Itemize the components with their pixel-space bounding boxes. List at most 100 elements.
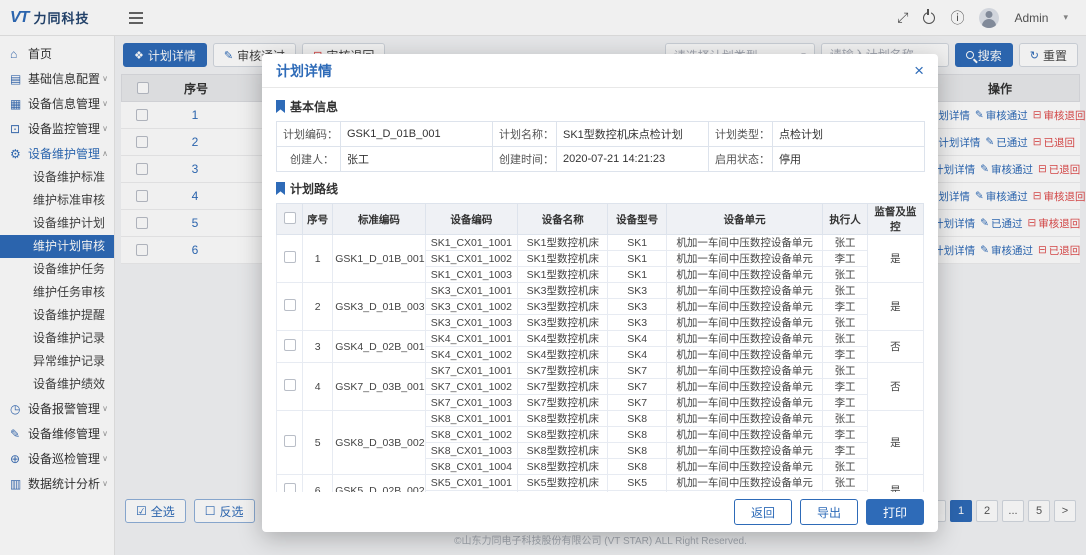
device-code: SK7_CX01_1002 (425, 379, 517, 395)
field-label: 启用状态： (709, 147, 773, 172)
monitor-flag: 是 (867, 283, 923, 331)
monitor-flag: 否 (867, 363, 923, 411)
device-unit: 机加一车间中压数控设备单元 (666, 459, 823, 475)
device-unit: 机加一车间中压数控设备单元 (666, 251, 823, 267)
route-row: 3GSK4_D_02B_001SK4_CX01_1001SK4型数控机床SK4机… (277, 331, 924, 347)
device-model: SK3 (608, 315, 666, 331)
row-checkbox[interactable] (284, 483, 296, 492)
modal-header: 计划详情 × (262, 54, 938, 88)
modal-footer: 返回 导出 打印 (262, 492, 938, 532)
group-seq: 3 (303, 331, 333, 363)
executor: 李工 (823, 427, 867, 443)
monitor-flag: 否 (867, 331, 923, 363)
device-code: SK7_CX01_1003 (425, 395, 517, 411)
executor: 张工 (823, 331, 867, 347)
row-checkbox[interactable] (284, 435, 296, 447)
monitor-flag: 是 (867, 475, 923, 493)
back-button[interactable]: 返回 (734, 499, 792, 525)
executor: 李工 (823, 347, 867, 363)
route-row: 5GSK8_D_03B_002SK8_CX01_1001SK8型数控机床SK8机… (277, 411, 924, 427)
route-section-title: 计划路线 (276, 180, 924, 197)
route-row: 6GSK5_D_02B_002SK5_CX01_1001SK5型数控机床SK5机… (277, 475, 924, 491)
field-label: 创建人： (277, 147, 341, 172)
executor: 李工 (823, 395, 867, 411)
device-model: SK1 (608, 267, 666, 283)
device-model: SK7 (608, 395, 666, 411)
device-unit: 机加一车间中压数控设备单元 (666, 267, 823, 283)
device-unit: 机加一车间中压数控设备单元 (666, 379, 823, 395)
group-seq: 6 (303, 475, 333, 493)
device-name: SK3型数控机床 (518, 283, 608, 299)
device-unit: 机加一车间中压数控设备单元 (666, 347, 823, 363)
device-model: SK1 (608, 251, 666, 267)
device-code: SK4_CX01_1002 (425, 347, 517, 363)
device-model: SK3 (608, 283, 666, 299)
device-name: SK7型数控机床 (518, 395, 608, 411)
field-label: 计划名称： (493, 122, 557, 147)
device-code: SK3_CX01_1002 (425, 299, 517, 315)
route-row: 2GSK3_D_01B_003SK3_CX01_1001SK3型数控机床SK3机… (277, 283, 924, 299)
route-column-header: 监督及监控 (867, 204, 923, 235)
device-name: SK8型数控机床 (518, 459, 608, 475)
row-checkbox[interactable] (284, 379, 296, 391)
close-icon[interactable]: × (914, 62, 924, 79)
route-column-header: 标准编码 (333, 204, 425, 235)
executor: 张工 (823, 459, 867, 475)
export-button[interactable]: 导出 (800, 499, 858, 525)
group-seq: 4 (303, 363, 333, 411)
device-model: SK4 (608, 347, 666, 363)
group-seq: 2 (303, 283, 333, 331)
device-name: SK1型数控机床 (518, 235, 608, 251)
device-name: SK3型数控机床 (518, 315, 608, 331)
field-value: 点检计划 (773, 122, 925, 147)
device-unit: 机加一车间中压数控设备单元 (666, 363, 823, 379)
executor: 李工 (823, 299, 867, 315)
device-name: SK8型数控机床 (518, 411, 608, 427)
device-name: SK1型数控机床 (518, 267, 608, 283)
device-name: SK8型数控机床 (518, 427, 608, 443)
executor: 张工 (823, 411, 867, 427)
standard-code: GSK3_D_01B_003 (333, 283, 425, 331)
monitor-flag: 是 (867, 235, 923, 283)
standard-code: GSK4_D_02B_001 (333, 331, 425, 363)
device-model: SK1 (608, 235, 666, 251)
device-model: SK8 (608, 459, 666, 475)
route-column-header: 设备型号 (608, 204, 666, 235)
device-name: SK4型数控机床 (518, 347, 608, 363)
device-model: SK5 (608, 475, 666, 491)
device-unit: 机加一车间中压数控设备单元 (666, 315, 823, 331)
executor: 张工 (823, 315, 867, 331)
standard-code: GSK5_D_02B_002 (333, 475, 425, 493)
field-label: 计划类型： (709, 122, 773, 147)
executor: 张工 (823, 283, 867, 299)
executor: 张工 (823, 475, 867, 491)
route-column-header: 设备单元 (666, 204, 823, 235)
print-button[interactable]: 打印 (866, 499, 924, 525)
route-column-header: 设备编码 (425, 204, 517, 235)
row-checkbox[interactable] (284, 339, 296, 351)
select-all-checkbox[interactable] (284, 212, 296, 224)
row-checkbox[interactable] (284, 251, 296, 263)
field-label: 创建时间： (493, 147, 557, 172)
field-value: 2020-07-21 14:21:23 (557, 147, 709, 172)
field-value: GSK1_D_01B_001 (341, 122, 493, 147)
device-name: SK3型数控机床 (518, 299, 608, 315)
group-seq: 1 (303, 235, 333, 283)
device-name: SK4型数控机床 (518, 331, 608, 347)
modal-body: 基本信息 计划编码：GSK1_D_01B_001计划名称：SK1型数控机床点检计… (262, 88, 938, 492)
device-model: SK3 (608, 299, 666, 315)
executor: 李工 (823, 251, 867, 267)
device-name: SK1型数控机床 (518, 251, 608, 267)
standard-code: GSK1_D_01B_001 (333, 235, 425, 283)
device-model: SK7 (608, 363, 666, 379)
row-checkbox[interactable] (284, 299, 296, 311)
device-code: SK1_CX01_1001 (425, 235, 517, 251)
group-seq: 5 (303, 411, 333, 475)
modal-title: 计划详情 (276, 61, 332, 81)
modal-mask: 计划详情 × 基本信息 计划编码：GSK1_D_01B_001计划名称：SK1型… (0, 0, 1086, 555)
executor: 张工 (823, 235, 867, 251)
device-code: SK1_CX01_1003 (425, 267, 517, 283)
route-header-row: 序号标准编码设备编码设备名称设备型号设备单元执行人监督及监控 (277, 204, 924, 235)
monitor-flag: 是 (867, 411, 923, 475)
device-unit: 机加一车间中压数控设备单元 (666, 411, 823, 427)
